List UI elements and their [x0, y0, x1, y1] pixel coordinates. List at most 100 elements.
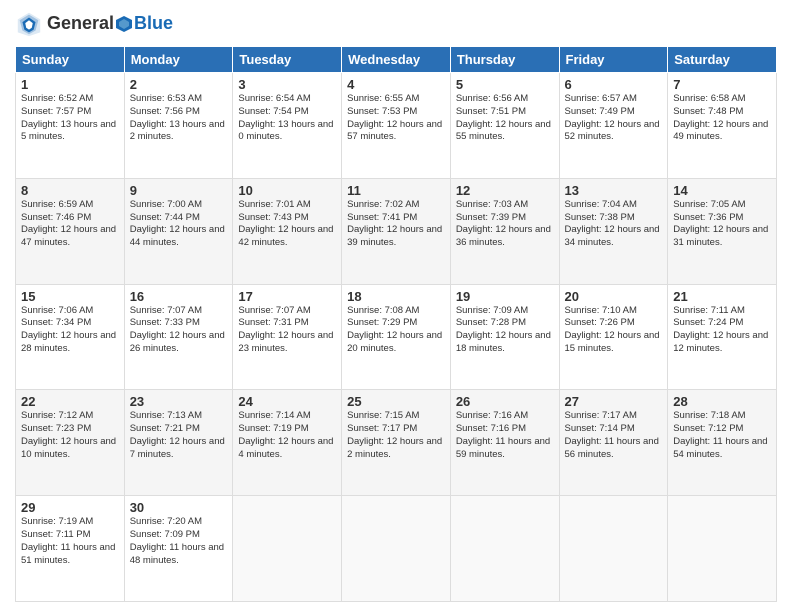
day-info: Sunrise: 7:19 AMSunset: 7:11 PMDaylight:…: [21, 516, 119, 567]
day-number: 6: [565, 77, 663, 92]
header: GeneralBlue: [15, 10, 777, 38]
calendar-cell: 6Sunrise: 6:57 AMSunset: 7:49 PMDaylight…: [559, 73, 668, 179]
day-number: 22: [21, 394, 119, 409]
day-info: Sunrise: 6:56 AMSunset: 7:51 PMDaylight:…: [456, 93, 554, 144]
calendar-cell: 2Sunrise: 6:53 AMSunset: 7:56 PMDaylight…: [124, 73, 233, 179]
logo-text: GeneralBlue: [47, 14, 173, 34]
calendar-cell: 14Sunrise: 7:05 AMSunset: 7:36 PMDayligh…: [668, 178, 777, 284]
page: GeneralBlue SundayMondayTuesdayWednesday…: [0, 0, 792, 612]
day-number: 24: [238, 394, 336, 409]
day-number: 1: [21, 77, 119, 92]
logo-icon: [15, 10, 43, 38]
calendar-week-3: 15Sunrise: 7:06 AMSunset: 7:34 PMDayligh…: [16, 284, 777, 390]
calendar-cell: 26Sunrise: 7:16 AMSunset: 7:16 PMDayligh…: [450, 390, 559, 496]
day-number: 27: [565, 394, 663, 409]
day-info: Sunrise: 7:20 AMSunset: 7:09 PMDaylight:…: [130, 516, 228, 567]
day-info: Sunrise: 7:06 AMSunset: 7:34 PMDaylight:…: [21, 305, 119, 356]
day-info: Sunrise: 6:54 AMSunset: 7:54 PMDaylight:…: [238, 93, 336, 144]
day-info: Sunrise: 7:09 AMSunset: 7:28 PMDaylight:…: [456, 305, 554, 356]
calendar-cell: 30Sunrise: 7:20 AMSunset: 7:09 PMDayligh…: [124, 496, 233, 602]
calendar-cell: 28Sunrise: 7:18 AMSunset: 7:12 PMDayligh…: [668, 390, 777, 496]
day-info: Sunrise: 7:14 AMSunset: 7:19 PMDaylight:…: [238, 410, 336, 461]
day-number: 29: [21, 500, 119, 515]
col-header-thursday: Thursday: [450, 47, 559, 73]
calendar-cell: [668, 496, 777, 602]
calendar-cell: 9Sunrise: 7:00 AMSunset: 7:44 PMDaylight…: [124, 178, 233, 284]
day-number: 9: [130, 183, 228, 198]
calendar-cell: [450, 496, 559, 602]
calendar-cell: 15Sunrise: 7:06 AMSunset: 7:34 PMDayligh…: [16, 284, 125, 390]
day-number: 7: [673, 77, 771, 92]
day-number: 5: [456, 77, 554, 92]
calendar-table: SundayMondayTuesdayWednesdayThursdayFrid…: [15, 46, 777, 602]
calendar-cell: 7Sunrise: 6:58 AMSunset: 7:48 PMDaylight…: [668, 73, 777, 179]
calendar-cell: 23Sunrise: 7:13 AMSunset: 7:21 PMDayligh…: [124, 390, 233, 496]
calendar-cell: 5Sunrise: 6:56 AMSunset: 7:51 PMDaylight…: [450, 73, 559, 179]
day-number: 17: [238, 289, 336, 304]
day-info: Sunrise: 6:53 AMSunset: 7:56 PMDaylight:…: [130, 93, 228, 144]
day-number: 2: [130, 77, 228, 92]
calendar-week-2: 8Sunrise: 6:59 AMSunset: 7:46 PMDaylight…: [16, 178, 777, 284]
calendar-cell: 24Sunrise: 7:14 AMSunset: 7:19 PMDayligh…: [233, 390, 342, 496]
day-number: 19: [456, 289, 554, 304]
calendar-cell: 27Sunrise: 7:17 AMSunset: 7:14 PMDayligh…: [559, 390, 668, 496]
day-info: Sunrise: 7:05 AMSunset: 7:36 PMDaylight:…: [673, 199, 771, 250]
day-info: Sunrise: 6:58 AMSunset: 7:48 PMDaylight:…: [673, 93, 771, 144]
day-number: 3: [238, 77, 336, 92]
day-number: 21: [673, 289, 771, 304]
calendar-cell: [342, 496, 451, 602]
day-number: 8: [21, 183, 119, 198]
calendar-header-row: SundayMondayTuesdayWednesdayThursdayFrid…: [16, 47, 777, 73]
day-info: Sunrise: 7:01 AMSunset: 7:43 PMDaylight:…: [238, 199, 336, 250]
calendar-week-4: 22Sunrise: 7:12 AMSunset: 7:23 PMDayligh…: [16, 390, 777, 496]
day-number: 11: [347, 183, 445, 198]
calendar-cell: 11Sunrise: 7:02 AMSunset: 7:41 PMDayligh…: [342, 178, 451, 284]
day-info: Sunrise: 7:11 AMSunset: 7:24 PMDaylight:…: [673, 305, 771, 356]
col-header-sunday: Sunday: [16, 47, 125, 73]
day-number: 23: [130, 394, 228, 409]
day-info: Sunrise: 7:13 AMSunset: 7:21 PMDaylight:…: [130, 410, 228, 461]
calendar-cell: 25Sunrise: 7:15 AMSunset: 7:17 PMDayligh…: [342, 390, 451, 496]
day-info: Sunrise: 7:16 AMSunset: 7:16 PMDaylight:…: [456, 410, 554, 461]
calendar-cell: 13Sunrise: 7:04 AMSunset: 7:38 PMDayligh…: [559, 178, 668, 284]
day-info: Sunrise: 6:57 AMSunset: 7:49 PMDaylight:…: [565, 93, 663, 144]
day-info: Sunrise: 7:00 AMSunset: 7:44 PMDaylight:…: [130, 199, 228, 250]
calendar-cell: 19Sunrise: 7:09 AMSunset: 7:28 PMDayligh…: [450, 284, 559, 390]
day-number: 20: [565, 289, 663, 304]
day-number: 16: [130, 289, 228, 304]
day-number: 10: [238, 183, 336, 198]
calendar-cell: 4Sunrise: 6:55 AMSunset: 7:53 PMDaylight…: [342, 73, 451, 179]
day-number: 15: [21, 289, 119, 304]
day-info: Sunrise: 7:02 AMSunset: 7:41 PMDaylight:…: [347, 199, 445, 250]
day-info: Sunrise: 7:10 AMSunset: 7:26 PMDaylight:…: [565, 305, 663, 356]
day-info: Sunrise: 6:55 AMSunset: 7:53 PMDaylight:…: [347, 93, 445, 144]
calendar-cell: 12Sunrise: 7:03 AMSunset: 7:39 PMDayligh…: [450, 178, 559, 284]
col-header-saturday: Saturday: [668, 47, 777, 73]
col-header-friday: Friday: [559, 47, 668, 73]
calendar-cell: 8Sunrise: 6:59 AMSunset: 7:46 PMDaylight…: [16, 178, 125, 284]
day-number: 30: [130, 500, 228, 515]
calendar-cell: 16Sunrise: 7:07 AMSunset: 7:33 PMDayligh…: [124, 284, 233, 390]
day-number: 14: [673, 183, 771, 198]
day-number: 18: [347, 289, 445, 304]
day-info: Sunrise: 7:18 AMSunset: 7:12 PMDaylight:…: [673, 410, 771, 461]
day-info: Sunrise: 6:52 AMSunset: 7:57 PMDaylight:…: [21, 93, 119, 144]
col-header-wednesday: Wednesday: [342, 47, 451, 73]
day-info: Sunrise: 7:17 AMSunset: 7:14 PMDaylight:…: [565, 410, 663, 461]
day-info: Sunrise: 7:12 AMSunset: 7:23 PMDaylight:…: [21, 410, 119, 461]
calendar-cell: 17Sunrise: 7:07 AMSunset: 7:31 PMDayligh…: [233, 284, 342, 390]
day-number: 13: [565, 183, 663, 198]
day-info: Sunrise: 6:59 AMSunset: 7:46 PMDaylight:…: [21, 199, 119, 250]
logo: GeneralBlue: [15, 10, 173, 38]
day-number: 4: [347, 77, 445, 92]
day-number: 26: [456, 394, 554, 409]
day-info: Sunrise: 7:07 AMSunset: 7:31 PMDaylight:…: [238, 305, 336, 356]
day-info: Sunrise: 7:15 AMSunset: 7:17 PMDaylight:…: [347, 410, 445, 461]
calendar-cell: [559, 496, 668, 602]
calendar-cell: 29Sunrise: 7:19 AMSunset: 7:11 PMDayligh…: [16, 496, 125, 602]
day-number: 12: [456, 183, 554, 198]
col-header-monday: Monday: [124, 47, 233, 73]
day-number: 28: [673, 394, 771, 409]
calendar-week-5: 29Sunrise: 7:19 AMSunset: 7:11 PMDayligh…: [16, 496, 777, 602]
day-info: Sunrise: 7:03 AMSunset: 7:39 PMDaylight:…: [456, 199, 554, 250]
